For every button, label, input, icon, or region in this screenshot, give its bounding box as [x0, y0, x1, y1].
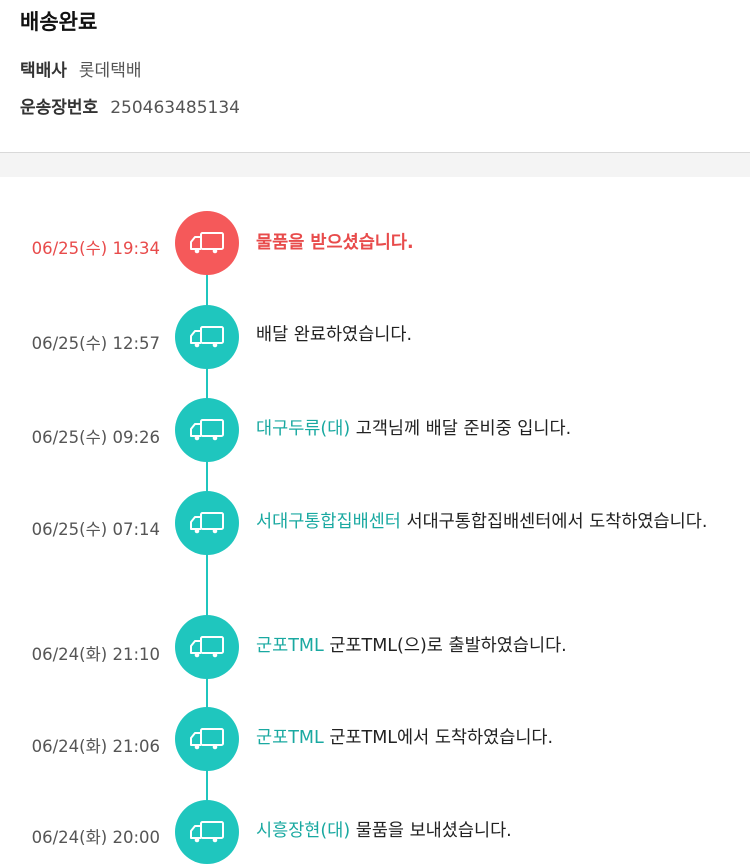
event-text: 군포TML에서 도착하였습니다. [323, 728, 554, 748]
event-message: 대구두류(대) 고객님께 배달 준비중 입니다. [256, 416, 726, 442]
event-location: 군포TML [256, 728, 324, 748]
event-time: 06/24(화) 21:06 [31, 737, 160, 756]
delivery-status-title: 배송완료 [20, 10, 98, 34]
event-text: 서대구통합집배센터에서 도착하였습니다. [400, 512, 708, 532]
event-time: 06/25(수) 09:26 [31, 428, 160, 447]
event-message: 배달 완료하였습니다. [256, 322, 726, 348]
delivery-summary: 배송완료 택배사 롯데택배 운송장번호 250463485134 [0, 0, 750, 152]
event-message: 군포TML 군포TML에서 도착하였습니다. [256, 725, 726, 751]
event-location: 시흥장현(대) [256, 821, 351, 841]
delivery-truck-icon [175, 491, 239, 555]
delivery-truck-icon [175, 707, 239, 771]
event-time: 06/24(화) 20:00 [31, 828, 160, 847]
tracking-number-row: 운송장번호 250463485134 [20, 93, 240, 118]
event-time: 06/24(화) 21:10 [31, 645, 160, 664]
courier-row: 택배사 롯데택배 [20, 56, 141, 81]
event-message: 군포TML 군포TML(으)로 출발하였습니다. [256, 633, 726, 659]
delivery-truck-icon [175, 615, 239, 679]
event-location: 군포TML [256, 636, 324, 656]
courier-label: 택배사 [20, 61, 67, 81]
event-message: 시흥장현(대) 물품을 보내셨습니다. [256, 818, 726, 844]
event-text: 물품을 받으셨습니다. [256, 233, 414, 253]
tracking-number-value[interactable]: 250463485134 [110, 98, 240, 118]
event-location: 서대구통합집배센터 [256, 512, 401, 532]
event-text: 배달 완료하였습니다. [256, 325, 413, 345]
delivery-truck-icon [175, 211, 239, 275]
event-time: 06/25(수) 12:57 [31, 334, 160, 353]
event-time: 06/25(수) 07:14 [31, 520, 160, 539]
delivery-truck-icon [175, 305, 239, 369]
section-gap [0, 153, 750, 177]
delivery-truck-icon [175, 398, 239, 462]
tracking-number-label: 운송장번호 [20, 98, 99, 118]
event-text: 고객님께 배달 준비중 입니다. [350, 419, 572, 439]
courier-value: 롯데택배 [78, 61, 142, 81]
event-message: 서대구통합집배센터 서대구통합집배센터에서 도착하였습니다. [256, 509, 726, 535]
event-text: 군포TML(으)로 출발하였습니다. [323, 636, 567, 656]
event-message: 물품을 받으셨습니다. [256, 230, 726, 256]
event-location: 대구두류(대) [256, 419, 351, 439]
event-time: 06/25(수) 19:34 [31, 239, 160, 258]
delivery-truck-icon [175, 800, 239, 864]
event-text: 물품을 보내셨습니다. [350, 821, 512, 841]
